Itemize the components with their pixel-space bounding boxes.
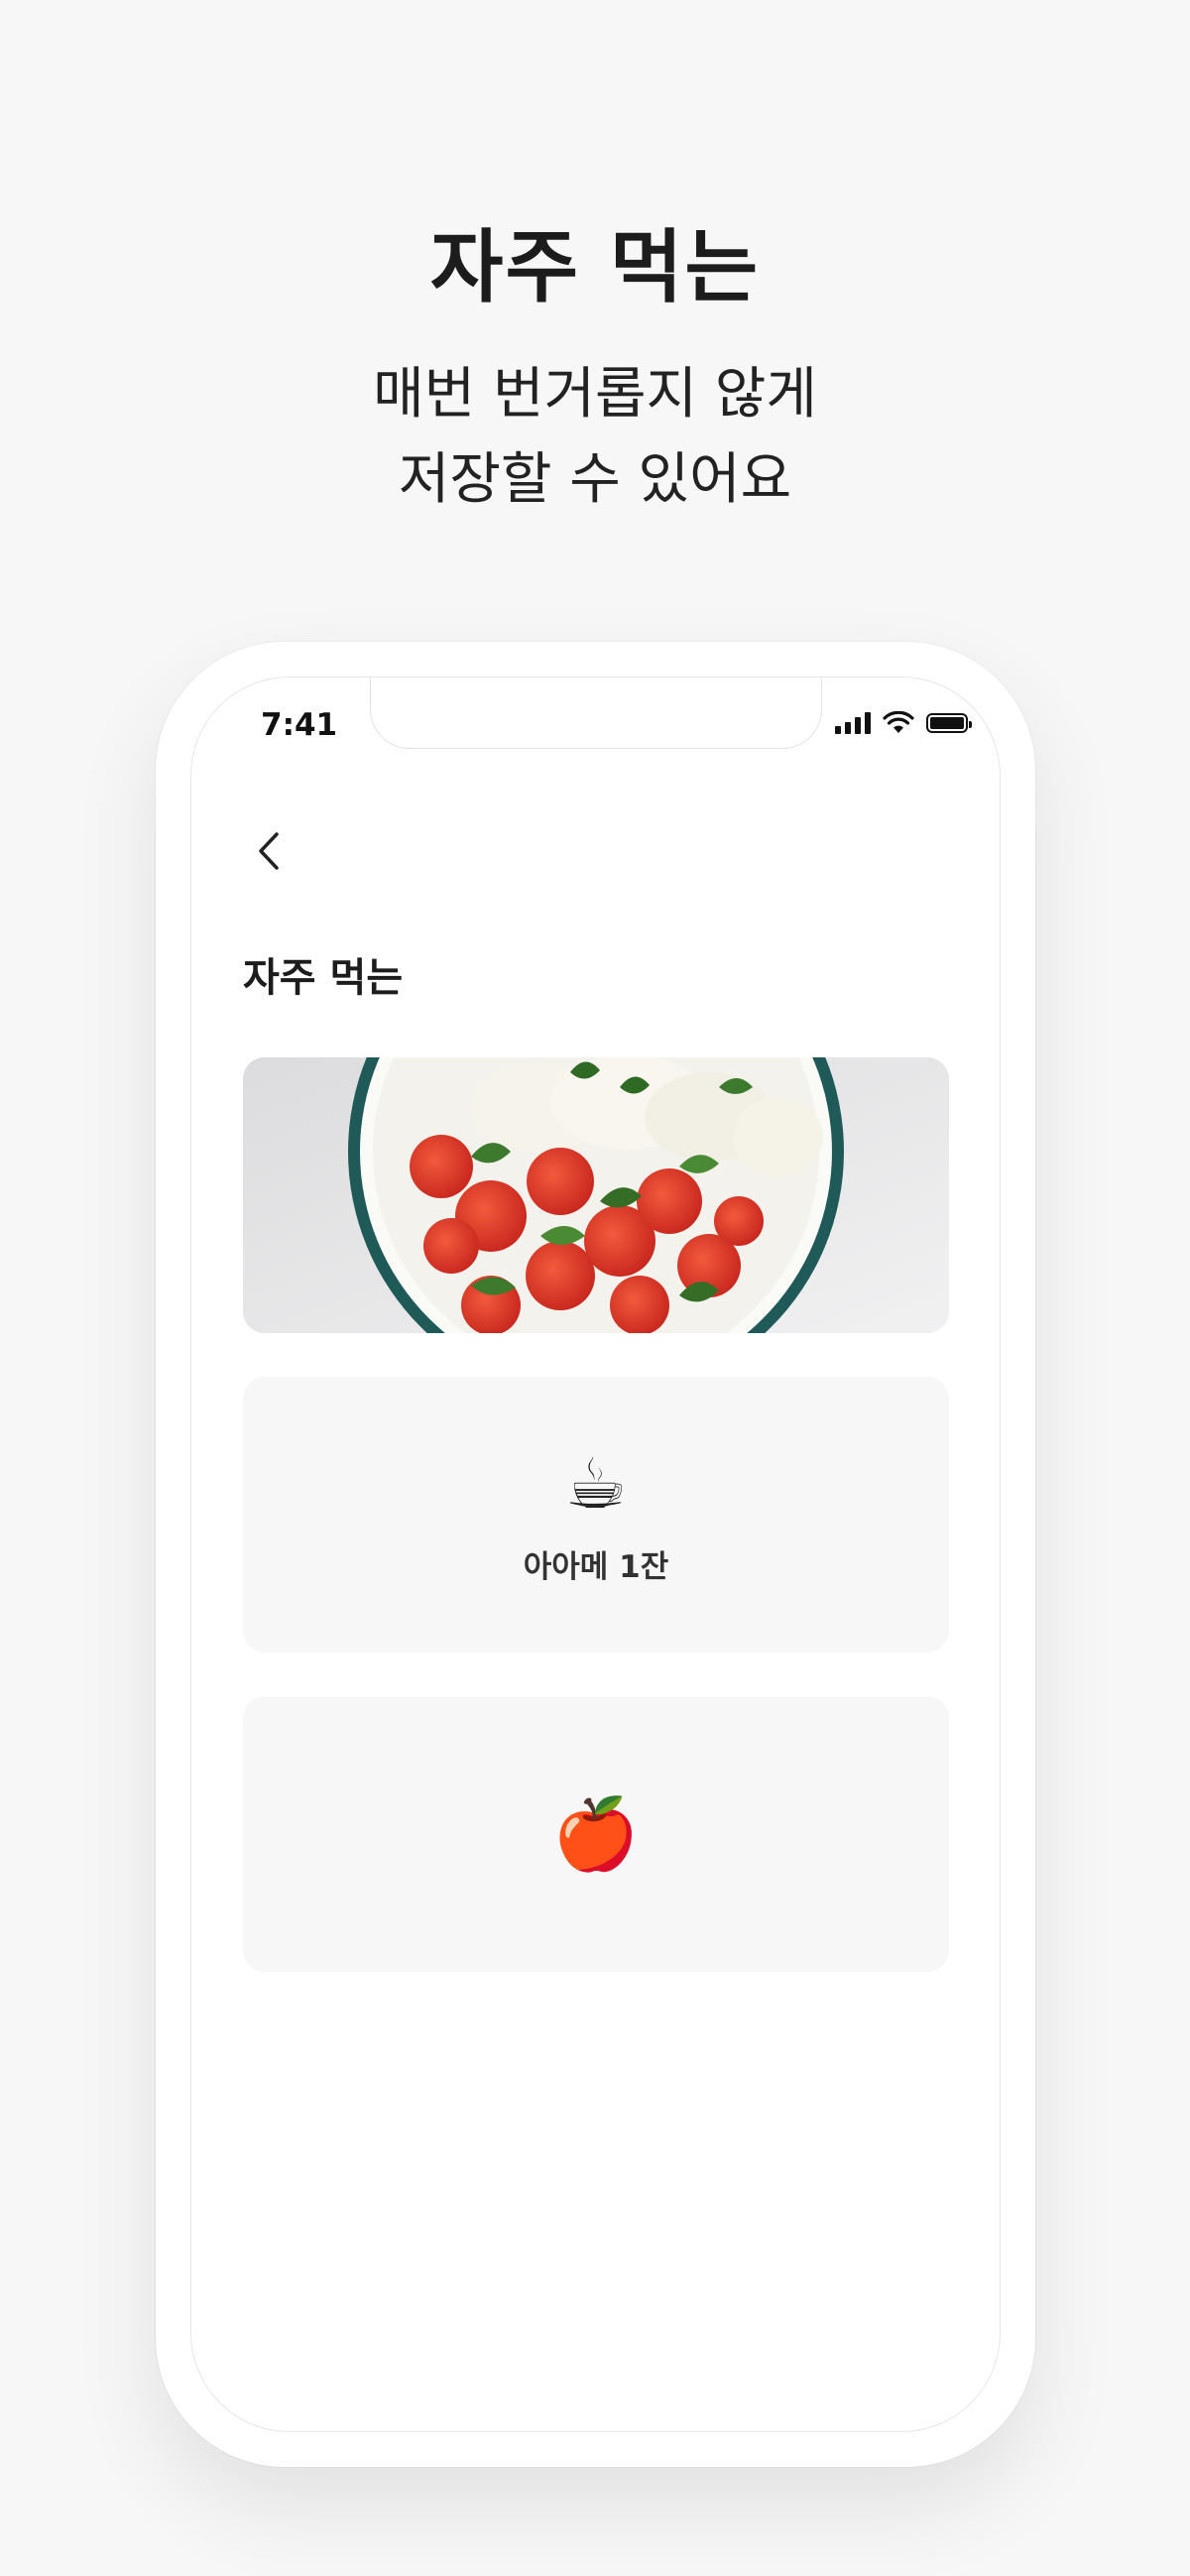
battery-icon xyxy=(926,713,972,733)
page-title: 자주 먹는 xyxy=(243,955,404,1001)
wifi-icon xyxy=(883,711,914,733)
apple-card[interactable]: 🍎 xyxy=(243,1696,949,1972)
coffee-card-content: ☕ 아아메 1잔 xyxy=(243,1377,949,1653)
apple-card-content: 🍎 xyxy=(243,1696,949,1972)
chevron-left-icon[interactable] xyxy=(249,826,289,876)
coffee-icon: ☕ xyxy=(564,1442,628,1525)
coffee-card-label: 아아메 1잔 xyxy=(523,1548,669,1585)
food-photo-card[interactable] xyxy=(243,1057,949,1333)
coffee-card[interactable]: ☕ 아아메 1잔 xyxy=(243,1377,949,1653)
phone-screen: 7:41 자주 먹는 ☕ 아아메 1잔 🍎 xyxy=(190,676,1001,2432)
hero-subtitle-line-1: 매번 번거롭지 않게 xyxy=(373,362,817,427)
hero-title: 자주 먹는 xyxy=(429,221,761,313)
status-time: 7:41 xyxy=(261,707,338,743)
apple-icon: 🍎 xyxy=(552,1793,640,1875)
hero-subtitle: 매번 번거롭지 않게 저장할 수 있어요 xyxy=(0,352,1190,523)
status-icons xyxy=(835,711,972,735)
notch xyxy=(370,677,822,749)
tomato-mozzarella-salad-photo xyxy=(243,1057,949,1333)
signal-icon xyxy=(835,712,871,734)
hero-subtitle-line-2: 저장할 수 있어요 xyxy=(398,447,792,512)
